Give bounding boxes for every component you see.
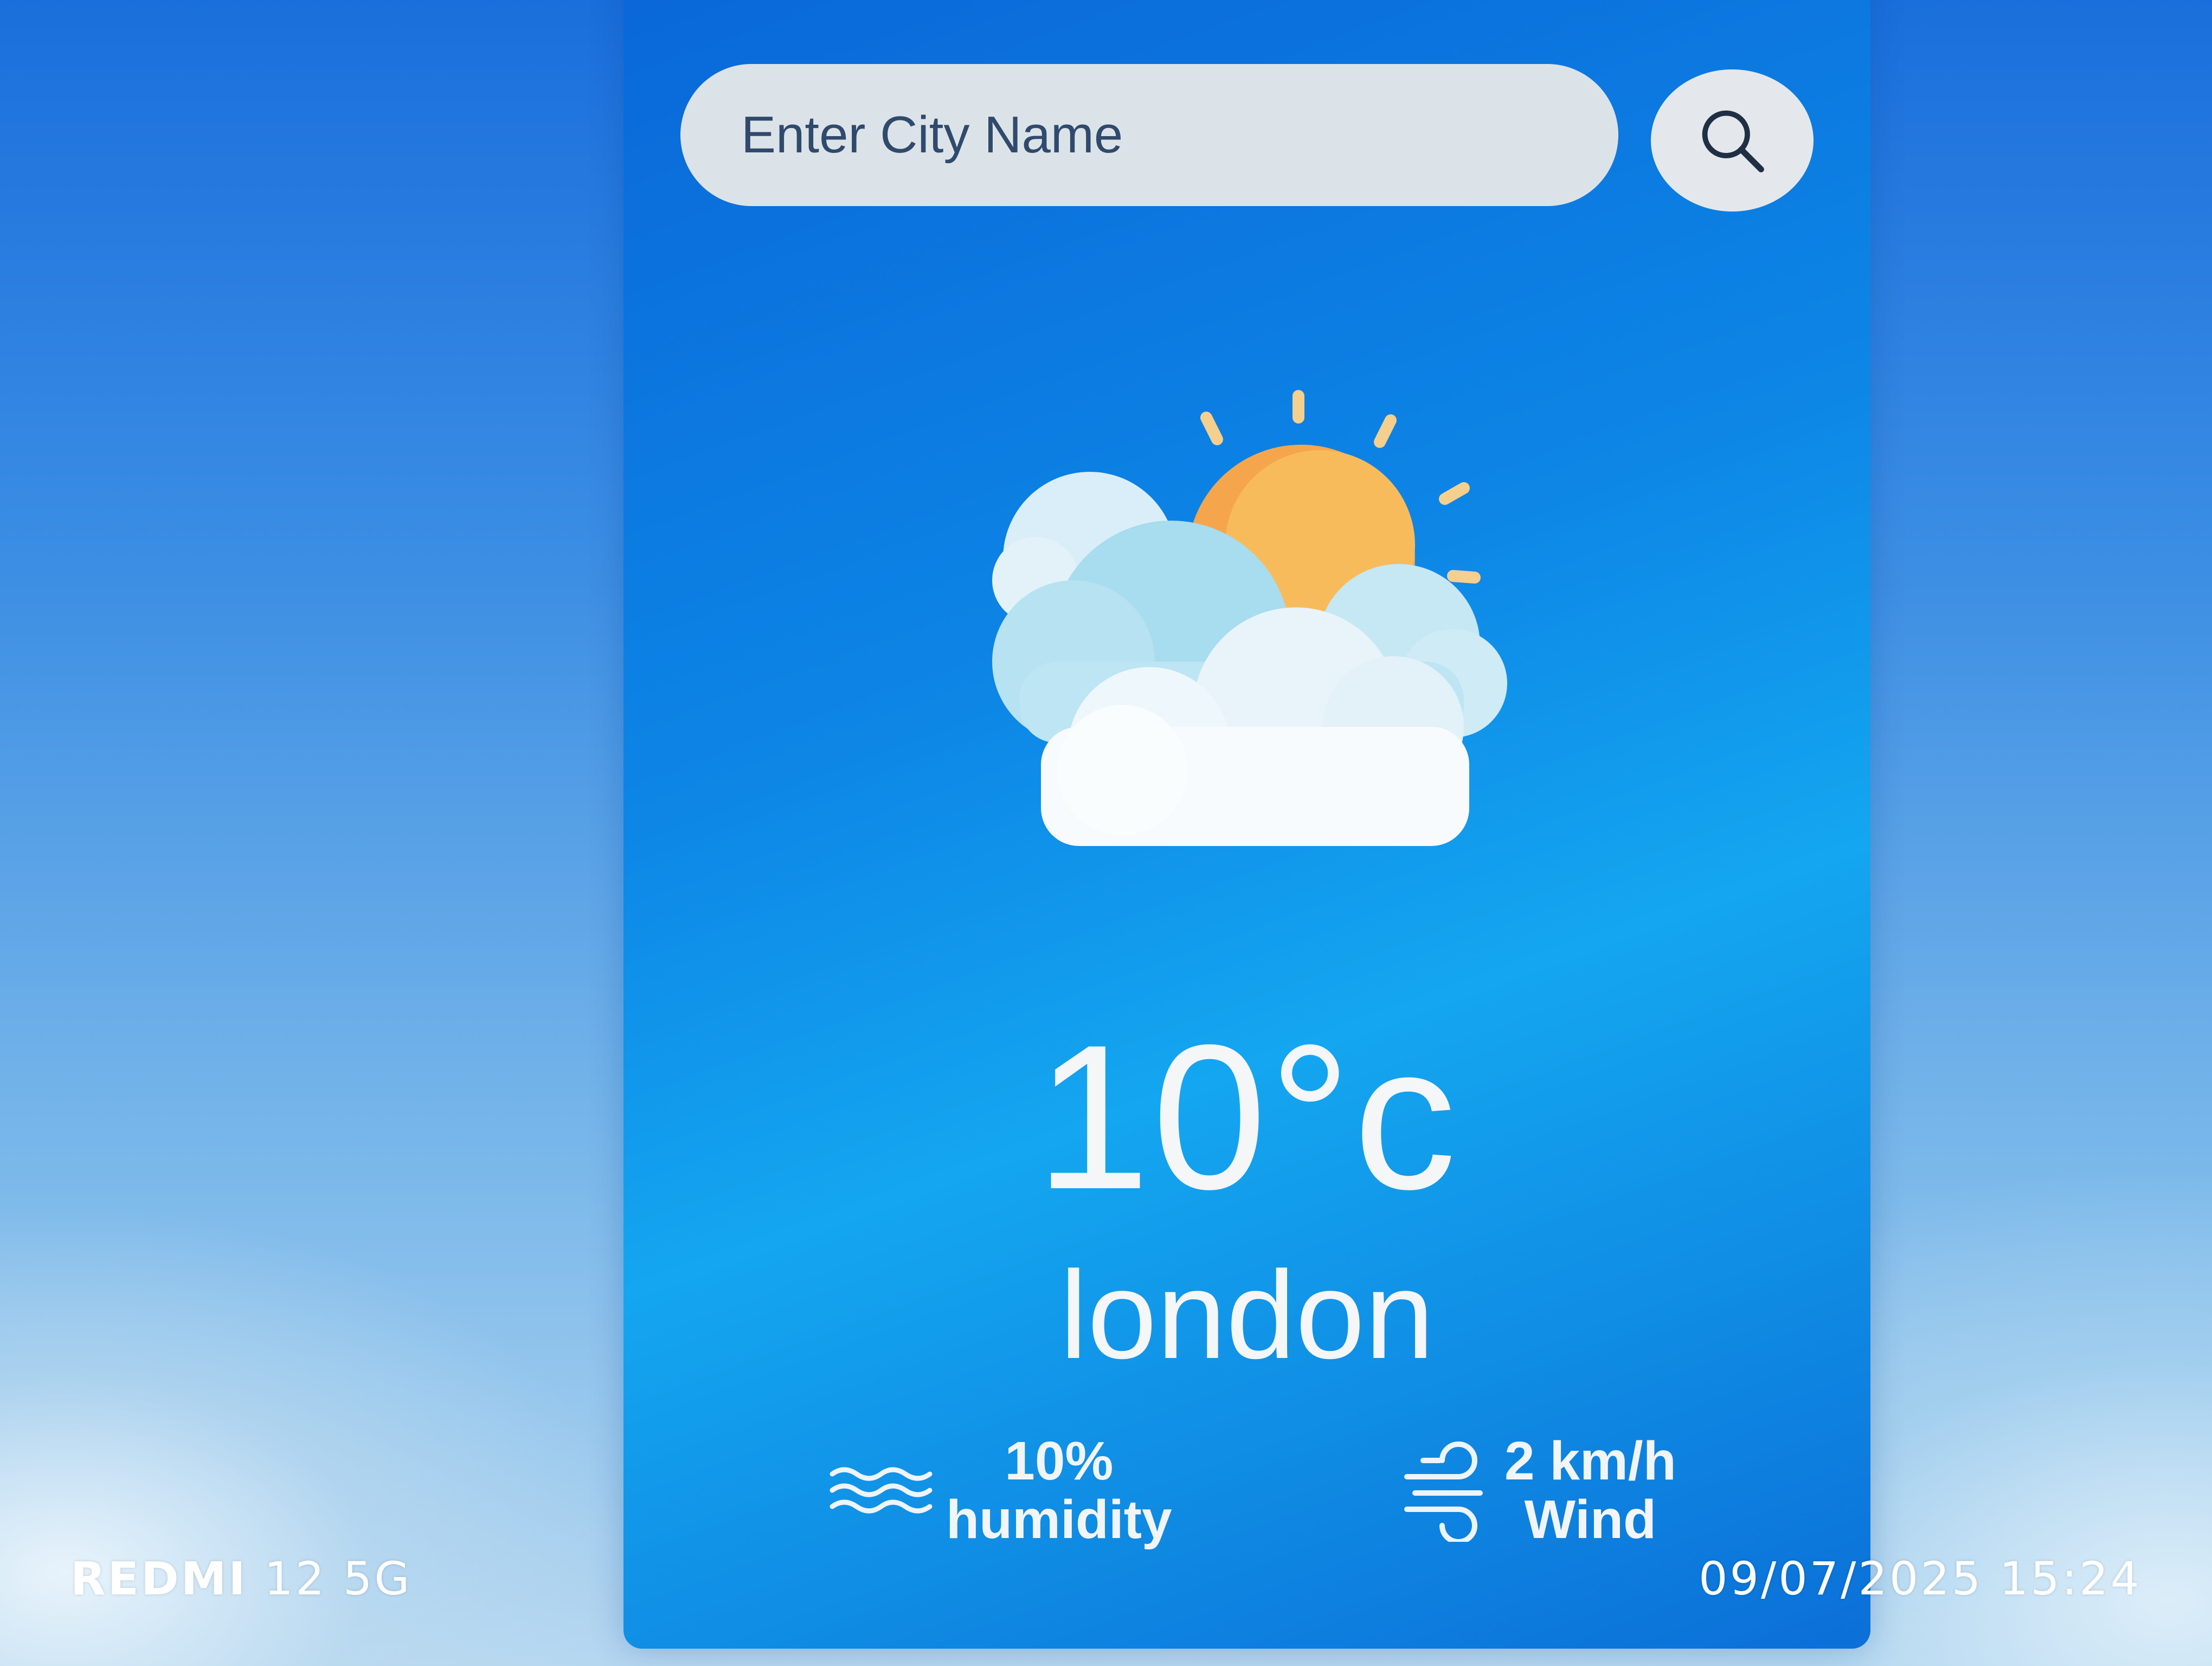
- wind-icon: [1404, 1441, 1483, 1542]
- humidity-value: 10%: [1005, 1431, 1114, 1491]
- humidity-detail: 10% humidity: [827, 1432, 1172, 1549]
- camera-watermark-datetime: 09/07/2025 15:24: [1699, 1552, 2142, 1605]
- camera-watermark-brand: REDMI 12 5G: [70, 1552, 411, 1605]
- search-button[interactable]: [1651, 69, 1814, 212]
- camera-model: 12 5G: [264, 1552, 412, 1605]
- temperature-value: 10°c: [1035, 1002, 1459, 1232]
- humidity-waves-icon: [829, 1467, 933, 1514]
- partly-cloudy-icon: [992, 390, 1507, 846]
- humidity-label: humidity: [946, 1489, 1172, 1550]
- city-search-input[interactable]: [680, 64, 1618, 206]
- search-icon: [1702, 110, 1764, 172]
- wind-label: Wind: [1524, 1489, 1657, 1550]
- city-name: london: [1059, 1245, 1435, 1385]
- camera-brand: REDMI: [70, 1552, 248, 1605]
- wind-value: 2 km/h: [1504, 1431, 1676, 1491]
- wind-detail: 2 km/h Wind: [1401, 1432, 1676, 1549]
